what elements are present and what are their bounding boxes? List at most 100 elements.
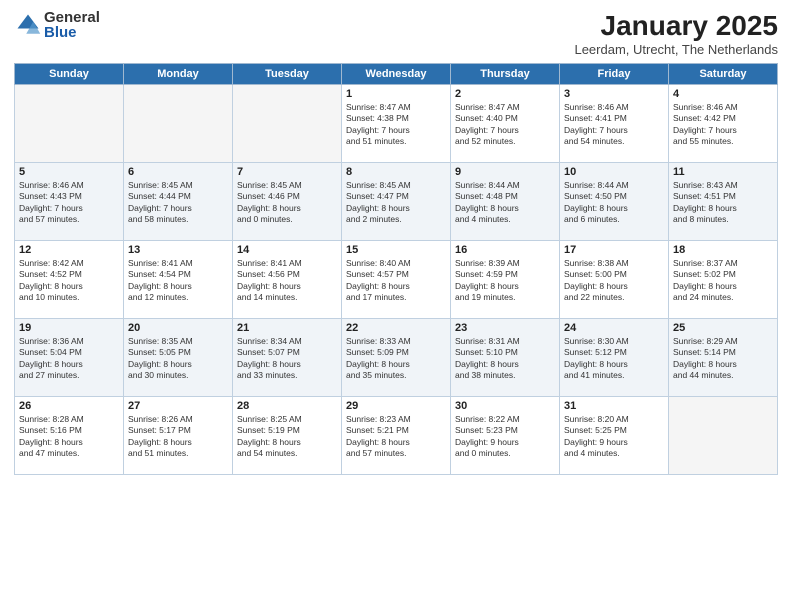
- table-row: 23Sunrise: 8:31 AM Sunset: 5:10 PM Dayli…: [451, 319, 560, 397]
- day-number: 3: [564, 88, 664, 100]
- day-info: Sunrise: 8:37 AM Sunset: 5:02 PM Dayligh…: [673, 258, 773, 304]
- day-number: 28: [237, 400, 337, 412]
- day-number: 19: [19, 322, 119, 334]
- day-info: Sunrise: 8:41 AM Sunset: 4:56 PM Dayligh…: [237, 258, 337, 304]
- calendar-week-2: 5Sunrise: 8:46 AM Sunset: 4:43 PM Daylig…: [15, 163, 778, 241]
- logo-general: General: [44, 10, 100, 25]
- day-number: 24: [564, 322, 664, 334]
- header-sunday: Sunday: [15, 64, 124, 85]
- title-block: January 2025 Leerdam, Utrecht, The Nethe…: [574, 10, 778, 57]
- day-info: Sunrise: 8:26 AM Sunset: 5:17 PM Dayligh…: [128, 414, 228, 460]
- table-row: 18 Sunrise: 8:37 AM Sunset: 5:02 PM Dayli…: [669, 241, 778, 319]
- table-row: 2 Sunrise: 8:47 AM Sunset: 4:40 PM Daylig…: [451, 85, 560, 163]
- table-row: 21 Sunrise: 8:34 AM Sunset: 5:07 PM Dayli…: [233, 319, 342, 397]
- table-row: 14Sunrise: 8:41 AM Sunset: 4:56 PM Dayli…: [233, 241, 342, 319]
- day-number: 15: [346, 244, 446, 256]
- day-info: Sunrise: 8:43 AM Sunset: 4:51 PM Dayligh…: [673, 180, 773, 226]
- day-info: Sunrise: 8:23 AM Sunset: 5:21 PM Dayligh…: [346, 414, 446, 460]
- header-thursday: Thursday: [451, 64, 560, 85]
- table-row: 1 Sunrise: 8:47 AM Sunset: 4:38 PM Daylig…: [342, 85, 451, 163]
- table-row: 17 Sunrise: 8:38 AM Sunset: 5:00 PM Dayli…: [560, 241, 669, 319]
- day-info: Sunrise: 8:25 AM Sunset: 5:19 PM Dayligh…: [237, 414, 337, 460]
- day-number: 2: [455, 88, 555, 100]
- table-row: 3Sunrise: 8:46 AM Sunset: 4:41 PM Daylig…: [560, 85, 669, 163]
- day-number: 21: [237, 322, 337, 334]
- calendar-week-3: 12 Sunrise: 8:42 AM Sunset: 4:52 PM Dayli…: [15, 241, 778, 319]
- day-number: 17: [564, 244, 664, 256]
- day-info: Sunrise: 8:39 AM Sunset: 4:59 PM Dayligh…: [455, 258, 555, 304]
- day-number: 1: [346, 88, 446, 100]
- day-number: 29: [346, 400, 446, 412]
- title-month: January 2025: [574, 10, 778, 42]
- day-info: Sunrise: 8:47 AM Sunset: 4:38 PM Dayligh…: [346, 102, 446, 148]
- table-row: 26 Sunrise: 8:28 AM Sunset: 5:16 PM Dayli…: [15, 397, 124, 475]
- day-info: Sunrise: 8:44 AM Sunset: 4:48 PM Dayligh…: [455, 180, 555, 226]
- table-row: 15 Sunrise: 8:40 AM Sunset: 4:57 PM Dayli…: [342, 241, 451, 319]
- table-row: 24 Sunrise: 8:30 AM Sunset: 5:12 PM Dayli…: [560, 319, 669, 397]
- day-number: 31: [564, 400, 664, 412]
- table-row: 25 Sunrise: 8:29 AM Sunset: 5:14 PM Dayli…: [669, 319, 778, 397]
- day-info: Sunrise: 8:34 AM Sunset: 5:07 PM Dayligh…: [237, 336, 337, 382]
- table-row: 20Sunrise: 8:35 AM Sunset: 5:05 PM Dayli…: [124, 319, 233, 397]
- day-number: 26: [19, 400, 119, 412]
- calendar-header-row: Sunday Monday Tuesday Wednesday Thursday…: [15, 64, 778, 85]
- calendar-week-1: 1 Sunrise: 8:47 AM Sunset: 4:38 PM Daylig…: [15, 85, 778, 163]
- title-location: Leerdam, Utrecht, The Netherlands: [574, 42, 778, 57]
- day-info: Sunrise: 8:46 AM Sunset: 4:42 PM Dayligh…: [673, 102, 773, 148]
- day-number: 6: [128, 166, 228, 178]
- table-row: 5Sunrise: 8:46 AM Sunset: 4:43 PM Daylig…: [15, 163, 124, 241]
- table-row: 4Sunrise: 8:46 AM Sunset: 4:42 PM Daylig…: [669, 85, 778, 163]
- table-row: 12 Sunrise: 8:42 AM Sunset: 4:52 PM Dayli…: [15, 241, 124, 319]
- logo: General Blue: [14, 10, 100, 40]
- day-number: 16: [455, 244, 555, 256]
- day-number: 18: [673, 244, 773, 256]
- table-row: 7 Sunrise: 8:45 AM Sunset: 4:46 PM Daylig…: [233, 163, 342, 241]
- day-info: Sunrise: 8:42 AM Sunset: 4:52 PM Dayligh…: [19, 258, 119, 304]
- day-info: Sunrise: 8:20 AM Sunset: 5:25 PM Dayligh…: [564, 414, 664, 460]
- day-info: Sunrise: 8:47 AM Sunset: 4:40 PM Dayligh…: [455, 102, 555, 148]
- table-row: 13Sunrise: 8:41 AM Sunset: 4:54 PM Dayli…: [124, 241, 233, 319]
- table-row: [124, 85, 233, 163]
- table-row: 10Sunrise: 8:44 AM Sunset: 4:50 PM Dayli…: [560, 163, 669, 241]
- table-row: 16 Sunrise: 8:39 AM Sunset: 4:59 PM Dayli…: [451, 241, 560, 319]
- logo-text: General Blue: [44, 10, 100, 40]
- table-row: 31 Sunrise: 8:20 AM Sunset: 5:25 PM Dayli…: [560, 397, 669, 475]
- day-info: Sunrise: 8:30 AM Sunset: 5:12 PM Dayligh…: [564, 336, 664, 382]
- day-info: Sunrise: 8:45 AM Sunset: 4:46 PM Dayligh…: [237, 180, 337, 226]
- table-row: 30 Sunrise: 8:22 AM Sunset: 5:23 PM Dayli…: [451, 397, 560, 475]
- table-row: 6 Sunrise: 8:45 AM Sunset: 4:44 PM Daylig…: [124, 163, 233, 241]
- page: General Blue January 2025 Leerdam, Utrec…: [0, 0, 792, 612]
- table-row: [15, 85, 124, 163]
- day-number: 13: [128, 244, 228, 256]
- day-info: Sunrise: 8:45 AM Sunset: 4:47 PM Dayligh…: [346, 180, 446, 226]
- logo-icon: [14, 11, 42, 39]
- day-info: Sunrise: 8:40 AM Sunset: 4:57 PM Dayligh…: [346, 258, 446, 304]
- day-number: 9: [455, 166, 555, 178]
- day-info: Sunrise: 8:28 AM Sunset: 5:16 PM Dayligh…: [19, 414, 119, 460]
- header: General Blue January 2025 Leerdam, Utrec…: [14, 10, 778, 57]
- day-info: Sunrise: 8:31 AM Sunset: 5:10 PM Dayligh…: [455, 336, 555, 382]
- day-number: 7: [237, 166, 337, 178]
- logo-blue: Blue: [44, 25, 100, 40]
- day-number: 8: [346, 166, 446, 178]
- day-number: 11: [673, 166, 773, 178]
- day-number: 20: [128, 322, 228, 334]
- header-saturday: Saturday: [669, 64, 778, 85]
- table-row: [233, 85, 342, 163]
- table-row: [669, 397, 778, 475]
- day-number: 25: [673, 322, 773, 334]
- day-number: 30: [455, 400, 555, 412]
- day-info: Sunrise: 8:22 AM Sunset: 5:23 PM Dayligh…: [455, 414, 555, 460]
- day-info: Sunrise: 8:29 AM Sunset: 5:14 PM Dayligh…: [673, 336, 773, 382]
- calendar: Sunday Monday Tuesday Wednesday Thursday…: [14, 63, 778, 475]
- header-monday: Monday: [124, 64, 233, 85]
- table-row: 29 Sunrise: 8:23 AM Sunset: 5:21 PM Dayli…: [342, 397, 451, 475]
- day-number: 10: [564, 166, 664, 178]
- day-number: 12: [19, 244, 119, 256]
- calendar-week-4: 19Sunrise: 8:36 AM Sunset: 5:04 PM Dayli…: [15, 319, 778, 397]
- day-info: Sunrise: 8:45 AM Sunset: 4:44 PM Dayligh…: [128, 180, 228, 226]
- day-number: 5: [19, 166, 119, 178]
- table-row: 11 Sunrise: 8:43 AM Sunset: 4:51 PM Dayli…: [669, 163, 778, 241]
- table-row: 19Sunrise: 8:36 AM Sunset: 5:04 PM Dayli…: [15, 319, 124, 397]
- day-info: Sunrise: 8:38 AM Sunset: 5:00 PM Dayligh…: [564, 258, 664, 304]
